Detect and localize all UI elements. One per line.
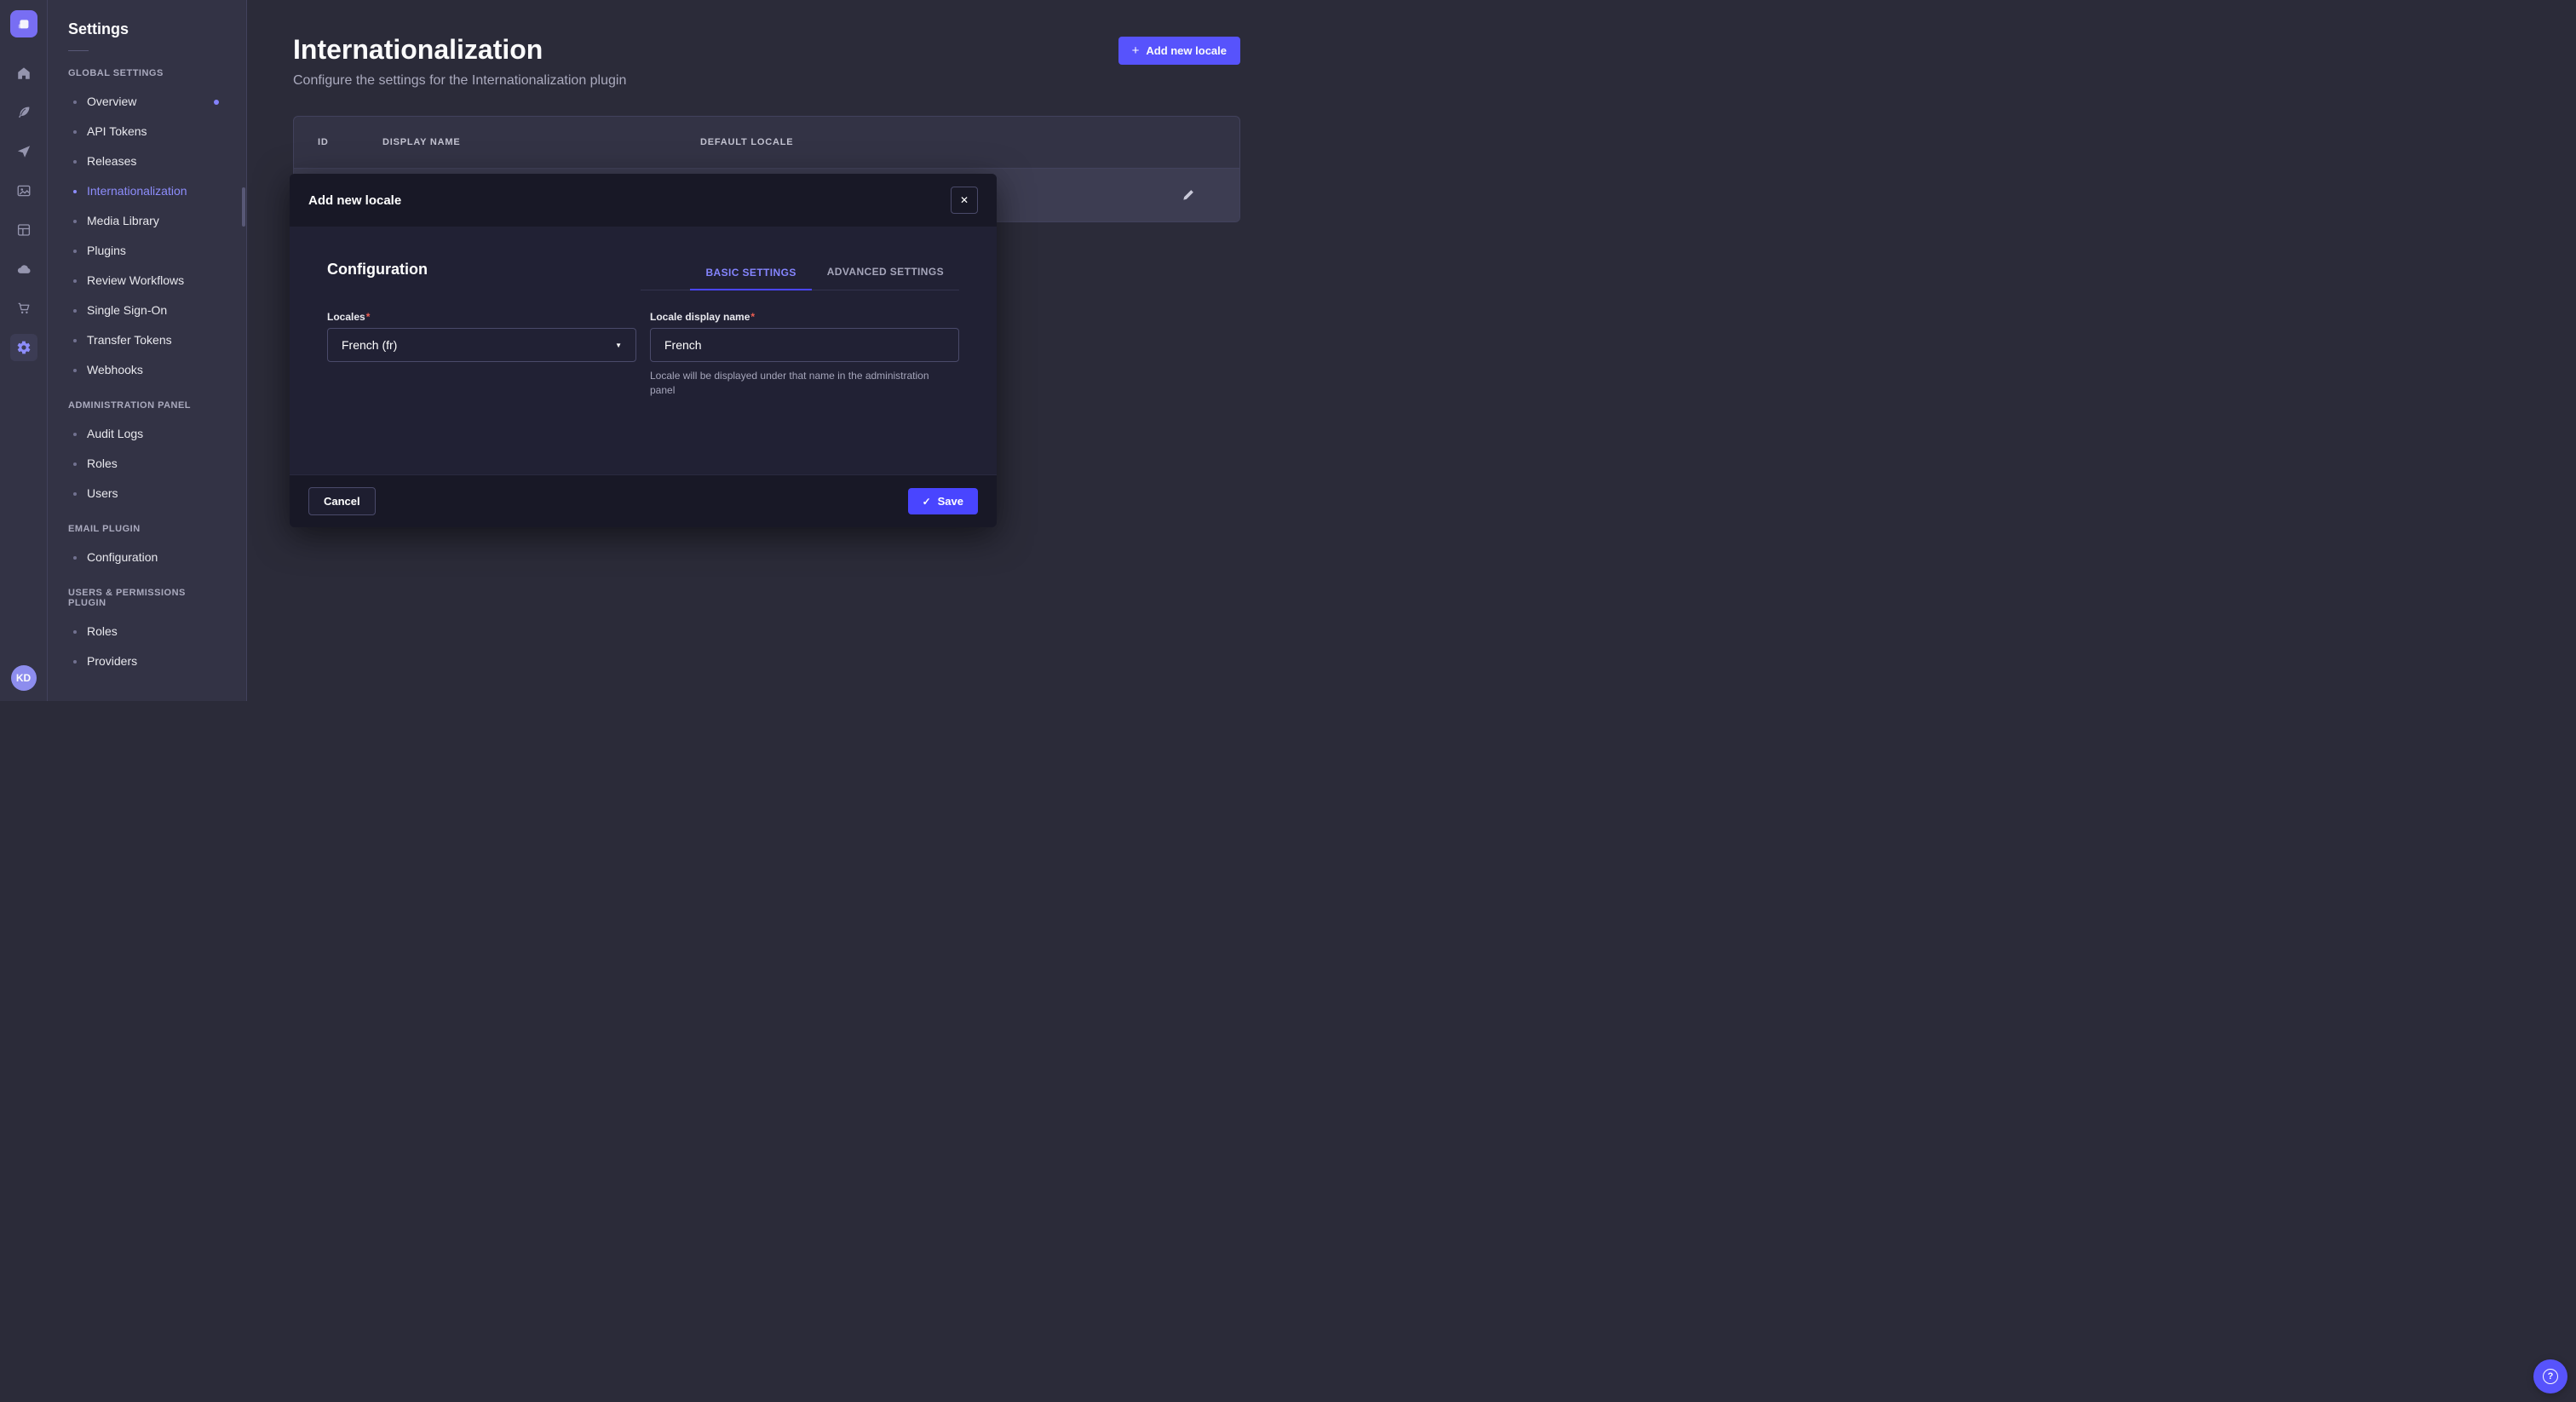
add-locale-modal: Add new locale ✕ Configuration BASIC SET… bbox=[290, 174, 997, 527]
configuration-header-row: Configuration BASIC SETTINGS ADVANCED SE… bbox=[327, 256, 959, 290]
tab-advanced-settings[interactable]: ADVANCED SETTINGS bbox=[812, 256, 959, 290]
required-asterisk: * bbox=[366, 311, 371, 323]
display-name-field-group: Locale display name* Locale will be disp… bbox=[650, 311, 959, 399]
modal-footer: Cancel ✓ Save bbox=[290, 474, 997, 527]
tab-basic-settings[interactable]: BASIC SETTINGS bbox=[690, 256, 811, 290]
chevron-down-icon: ▼ bbox=[615, 342, 622, 349]
modal-header: Add new locale ✕ bbox=[290, 174, 997, 227]
cancel-button[interactable]: Cancel bbox=[308, 487, 376, 515]
display-name-hint: Locale will be displayed under that name… bbox=[650, 369, 957, 399]
locales-field-group: Locales* French (fr) ▼ bbox=[327, 311, 636, 399]
display-name-field-label: Locale display name* bbox=[650, 311, 959, 323]
required-asterisk: * bbox=[750, 311, 755, 323]
save-button[interactable]: ✓ Save bbox=[908, 488, 978, 514]
modal-body: Configuration BASIC SETTINGS ADVANCED SE… bbox=[290, 227, 997, 474]
locale-form: Locales* French (fr) ▼ Locale display na… bbox=[327, 311, 959, 399]
locales-field-label: Locales* bbox=[327, 311, 636, 323]
modal-title: Add new locale bbox=[308, 193, 401, 208]
check-icon: ✓ bbox=[923, 497, 931, 507]
close-icon[interactable]: ✕ bbox=[951, 187, 978, 214]
settings-tabs: BASIC SETTINGS ADVANCED SETTINGS bbox=[641, 256, 959, 290]
configuration-title: Configuration bbox=[327, 261, 428, 290]
locales-label-text: Locales bbox=[327, 311, 365, 323]
locales-select[interactable]: French (fr) ▼ bbox=[327, 328, 636, 362]
locales-select-value: French (fr) bbox=[342, 338, 397, 352]
display-name-input[interactable] bbox=[650, 328, 959, 362]
display-name-label-text: Locale display name bbox=[650, 311, 750, 323]
save-button-label: Save bbox=[938, 495, 963, 508]
